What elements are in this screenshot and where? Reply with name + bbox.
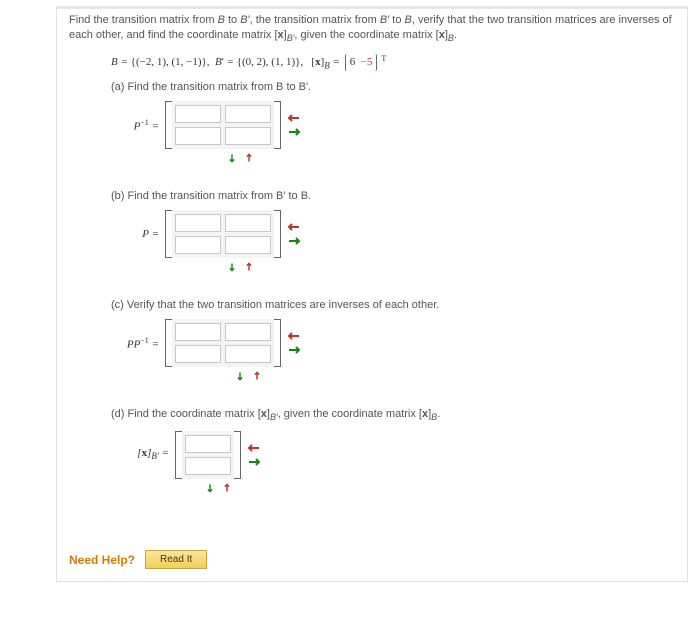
xB-vector: 6 −5 bbox=[345, 54, 378, 71]
arrow-right-icon[interactable] bbox=[287, 127, 301, 137]
part-b-lhs: P = bbox=[111, 228, 165, 240]
part-a-eq: P−1 = bbox=[111, 101, 675, 149]
basis-Bprime: B bbox=[215, 56, 224, 68]
arrow-down-icon[interactable] bbox=[203, 483, 217, 493]
part-b-row-arrows bbox=[111, 262, 675, 275]
arrow-down-icon[interactable] bbox=[225, 153, 239, 163]
arrow-left-icon[interactable] bbox=[287, 331, 301, 341]
question-intro: Find the transition matrix from B to B′,… bbox=[69, 13, 675, 44]
part-d-eq: [x]B′ = bbox=[111, 431, 675, 479]
part-d-cell-1[interactable] bbox=[185, 435, 231, 453]
question-card: Find the transition matrix from B to B′,… bbox=[56, 6, 688, 582]
part-b-cell-22[interactable] bbox=[225, 236, 271, 254]
part-d-label: (d) Find the coordinate matrix [x]B′, gi… bbox=[111, 408, 675, 422]
part-d-lhs: [x]B′ = bbox=[111, 447, 175, 461]
part-d-matrix bbox=[175, 431, 241, 479]
xB-val-1: 6 bbox=[350, 56, 356, 68]
arrow-up-icon[interactable] bbox=[242, 153, 256, 163]
need-help-label: Need Help? bbox=[69, 553, 135, 567]
part-b-label: (b) Find the transition matrix from B′ t… bbox=[111, 190, 675, 202]
arrow-up-icon[interactable] bbox=[220, 483, 234, 493]
arrow-left-icon[interactable] bbox=[247, 443, 261, 453]
part-c-cell-22[interactable] bbox=[225, 345, 271, 363]
part-a-lhs: P−1 = bbox=[111, 118, 165, 133]
part-b-cell-12[interactable] bbox=[225, 214, 271, 232]
part-c-col-arrows bbox=[287, 331, 301, 355]
part-b-eq: P = bbox=[111, 210, 675, 258]
part-c-cell-12[interactable] bbox=[225, 323, 271, 341]
read-it-button[interactable]: Read It bbox=[145, 550, 207, 569]
part-c-lhs: PP−1 = bbox=[111, 336, 165, 351]
part-a-col-arrows bbox=[287, 113, 301, 137]
part-d-row-arrows bbox=[111, 483, 675, 496]
arrow-down-icon[interactable] bbox=[225, 262, 239, 272]
part-c-label: (c) Verify that the two transition matri… bbox=[111, 299, 675, 311]
arrow-right-icon[interactable] bbox=[287, 236, 301, 246]
part-c-cell-11[interactable] bbox=[175, 323, 221, 341]
arrow-up-icon[interactable] bbox=[250, 371, 264, 381]
arrow-down-icon[interactable] bbox=[233, 371, 247, 381]
need-help: Need Help? Read It bbox=[69, 550, 207, 569]
transpose-mark: T bbox=[381, 54, 386, 63]
arrow-right-icon[interactable] bbox=[287, 345, 301, 355]
part-b-cell-21[interactable] bbox=[175, 236, 221, 254]
xB-val-2: −5 bbox=[361, 56, 373, 68]
part-b-col-arrows bbox=[287, 222, 301, 246]
part-c-cell-21[interactable] bbox=[175, 345, 221, 363]
part-a-cell-12[interactable] bbox=[225, 105, 271, 123]
part-a-cell-21[interactable] bbox=[175, 127, 221, 145]
part-a-matrix bbox=[165, 101, 281, 149]
arrow-right-icon[interactable] bbox=[247, 457, 261, 467]
basis-B: B bbox=[111, 56, 118, 68]
part-a-cell-22[interactable] bbox=[225, 127, 271, 145]
part-a-cell-11[interactable] bbox=[175, 105, 221, 123]
arrow-left-icon[interactable] bbox=[287, 222, 301, 232]
part-b-matrix bbox=[165, 210, 281, 258]
part-d-col-arrows bbox=[247, 443, 261, 467]
part-c-row-arrows bbox=[111, 371, 675, 384]
arrow-up-icon[interactable] bbox=[242, 262, 256, 272]
part-c-eq: PP−1 = bbox=[111, 319, 675, 367]
given-data: B = {(−2, 1), (1, −1)}, B = {(0, 2), (1,… bbox=[111, 54, 675, 71]
part-b-cell-11[interactable] bbox=[175, 214, 221, 232]
page: Find the transition matrix from B to B′,… bbox=[0, 0, 700, 618]
part-d-cell-2[interactable] bbox=[185, 457, 231, 475]
part-a-row-arrows bbox=[111, 153, 675, 166]
part-a-label: (a) Find the transition matrix from B to… bbox=[111, 81, 675, 93]
part-c-matrix bbox=[165, 319, 281, 367]
arrow-left-icon[interactable] bbox=[287, 113, 301, 123]
